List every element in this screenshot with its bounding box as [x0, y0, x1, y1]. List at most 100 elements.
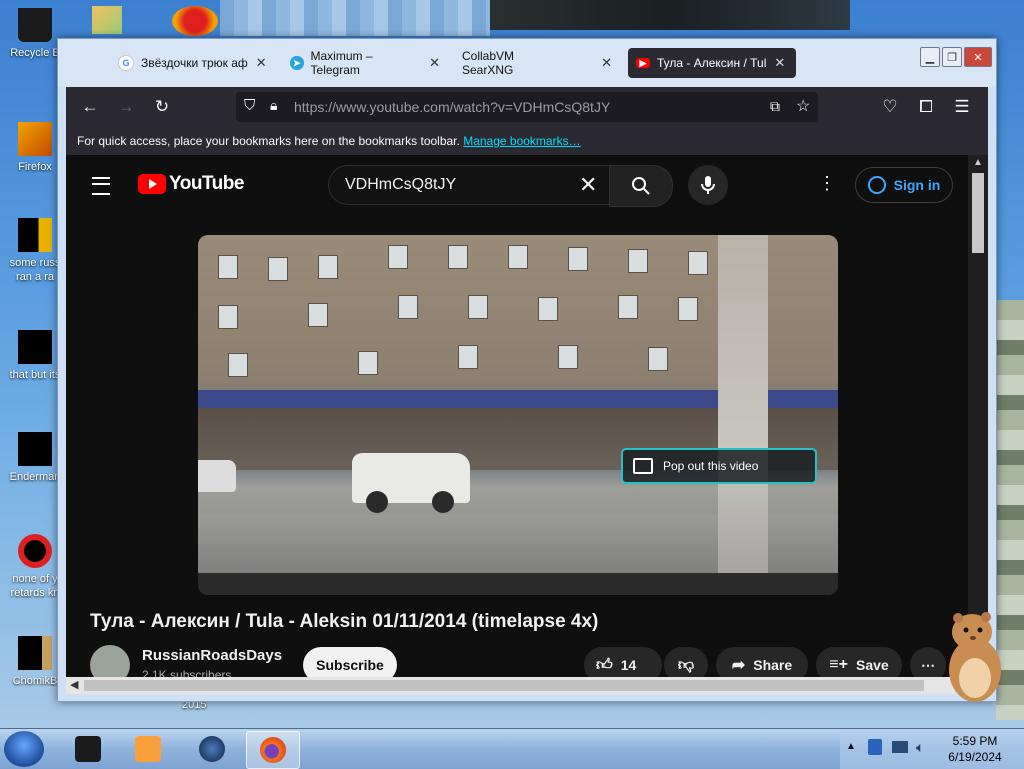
- maximize-button[interactable]: ❐: [942, 47, 962, 67]
- youtube-play-icon: [138, 174, 166, 194]
- video-car-wheel: [432, 491, 454, 513]
- video-building-window: [228, 353, 248, 377]
- youtube-logo[interactable]: YouTube: [138, 173, 244, 195]
- search-input[interactable]: VDHmCsQ8tJY ✕: [328, 165, 610, 205]
- file-icon: [18, 218, 52, 252]
- bookmarks-toolbar: For quick access, place your bookmarks h…: [66, 127, 988, 155]
- video-building-window: [268, 257, 288, 281]
- url-bar[interactable]: ⛉ 🔒︎ https://www.youtube.com/watch?v=VDH…: [236, 92, 818, 122]
- channel-avatar[interactable]: [90, 645, 130, 677]
- close-icon[interactable]: ✕: [774, 55, 785, 71]
- voice-search-button[interactable]: [688, 165, 728, 205]
- shield-icon[interactable]: [868, 739, 882, 755]
- video-building-window: [678, 297, 698, 321]
- channel-name[interactable]: RussianRoadsDays: [142, 647, 282, 664]
- bookmark-star-icon[interactable]: ☆: [796, 96, 810, 116]
- scroll-up-icon[interactable]: ▲: [973, 157, 983, 168]
- video-building-window: [218, 255, 238, 279]
- firefox-icon: [18, 122, 52, 156]
- terminal-icon: [75, 736, 101, 762]
- top-dark-strip: [490, 0, 850, 30]
- close-window-button[interactable]: ✕: [964, 47, 992, 67]
- clock-date: 6/19/2024: [948, 750, 1002, 764]
- taskbar: ▲ 🔈︎ 5:59 PM 6/19/2024: [0, 728, 1024, 769]
- video-building-window: [468, 295, 488, 319]
- video-building-window: [318, 255, 338, 279]
- tab-youtube[interactable]: ▶ Тула - Алексин / Tul ✕: [628, 48, 796, 78]
- system-clock[interactable]: 5:59 PM 6/19/2024: [932, 733, 1018, 765]
- video-car: [352, 453, 470, 513]
- dislike-button[interactable]: 👎︎: [664, 647, 708, 677]
- more-options-icon[interactable]: ⋮: [818, 173, 836, 194]
- opera-icon: [18, 534, 52, 568]
- navigation-toolbar: ← → ↻ ⛉ 🔒︎ https://www.youtube.com/watch…: [66, 87, 988, 127]
- back-arrow-icon[interactable]: ←: [78, 95, 102, 119]
- video-player[interactable]: [198, 235, 838, 595]
- video-car-wheel: [366, 491, 388, 513]
- start-button[interactable]: [4, 731, 44, 767]
- taskbar-app-browser[interactable]: [186, 731, 238, 767]
- hamster-image: [949, 612, 1001, 702]
- video-building-window: [308, 303, 328, 327]
- recycle-bin-icon: [18, 8, 52, 42]
- clear-search-icon[interactable]: ✕: [579, 172, 597, 198]
- search-icon: [632, 177, 650, 195]
- shield-icon[interactable]: ⛉: [244, 97, 255, 114]
- menu-icon[interactable]: ☰: [950, 95, 974, 119]
- video-dashboard: [198, 573, 838, 595]
- browser-window: G Звёздочки трюк аф ✕ ➤ Maximum – Telegr…: [57, 38, 997, 702]
- more-actions-button[interactable]: ⋯: [910, 647, 946, 677]
- account-icon: [867, 176, 886, 194]
- chomik-icon: [18, 636, 52, 670]
- top-icons: [92, 6, 122, 34]
- picture-in-picture-icon[interactable]: ⧉: [770, 98, 780, 115]
- microphone-icon: [701, 176, 715, 194]
- video-building-window: [618, 295, 638, 319]
- video-building-window: [538, 297, 558, 321]
- scroll-left-icon[interactable]: ◀: [70, 678, 78, 691]
- reload-icon[interactable]: ↻: [150, 95, 174, 119]
- minimize-button[interactable]: ▁: [920, 47, 940, 67]
- vertical-scrollbar[interactable]: ▲: [968, 155, 988, 677]
- youtube-icon: ▶: [636, 58, 650, 68]
- lock-icon[interactable]: 🔒︎: [270, 97, 277, 114]
- volume-icon[interactable]: 🔈︎: [916, 739, 924, 756]
- google-icon: G: [118, 55, 134, 71]
- horizontal-scroll-thumb[interactable]: [84, 680, 924, 691]
- save-playlist-icon: ≡+: [829, 656, 848, 673]
- taskbar-app-firefox[interactable]: [246, 731, 300, 769]
- media-player-icon: [135, 736, 161, 762]
- save-button[interactable]: ≡+ Save: [816, 647, 902, 677]
- hamburger-menu-icon[interactable]: [92, 177, 110, 195]
- show-hidden-icons[interactable]: ▲: [846, 741, 856, 752]
- url-text[interactable]: https://www.youtube.com/watch?v=VDHmCsQ8…: [294, 99, 610, 115]
- search-button[interactable]: [609, 165, 673, 207]
- tab-bar: G Звёздочки трюк аф ✕ ➤ Maximum – Telegr…: [58, 39, 996, 87]
- tab-telegram[interactable]: ➤ Maximum – Telegram ✕: [290, 48, 440, 78]
- horizontal-scrollbar[interactable]: ◀: [66, 677, 968, 694]
- globe-icon: [199, 736, 225, 762]
- vertical-scroll-thumb[interactable]: [972, 173, 984, 253]
- manage-bookmarks-link[interactable]: Manage bookmarks…: [463, 134, 580, 148]
- pocket-icon[interactable]: ♡: [878, 95, 902, 119]
- tab-searxng[interactable]: CollabVM SearXNG ✕: [462, 48, 612, 78]
- network-icon[interactable]: [892, 741, 908, 753]
- pop-out-video-button[interactable]: Pop out this video: [621, 448, 817, 484]
- video-building-window: [218, 305, 238, 329]
- close-icon[interactable]: ✕: [256, 55, 267, 71]
- taskbar-app-media-player[interactable]: [122, 731, 174, 767]
- share-button[interactable]: ➦ Share: [716, 647, 808, 677]
- video-building-window: [508, 245, 528, 269]
- tab-google-search[interactable]: G Звёздочки трюк аф ✕: [118, 48, 268, 78]
- like-button[interactable]: 👍︎ 14: [584, 647, 662, 677]
- close-icon[interactable]: ✕: [429, 55, 440, 71]
- video-building-window: [688, 251, 708, 275]
- subscribe-button[interactable]: Subscribe: [303, 647, 397, 677]
- forward-arrow-icon[interactable]: →: [114, 95, 138, 119]
- extensions-icon[interactable]: ⧠: [914, 95, 938, 119]
- file-icon: [18, 330, 52, 364]
- taskbar-app-terminal[interactable]: [62, 731, 114, 767]
- video-building-window: [388, 245, 408, 269]
- sign-in-button[interactable]: Sign in: [855, 167, 953, 203]
- close-icon[interactable]: ✕: [601, 55, 612, 71]
